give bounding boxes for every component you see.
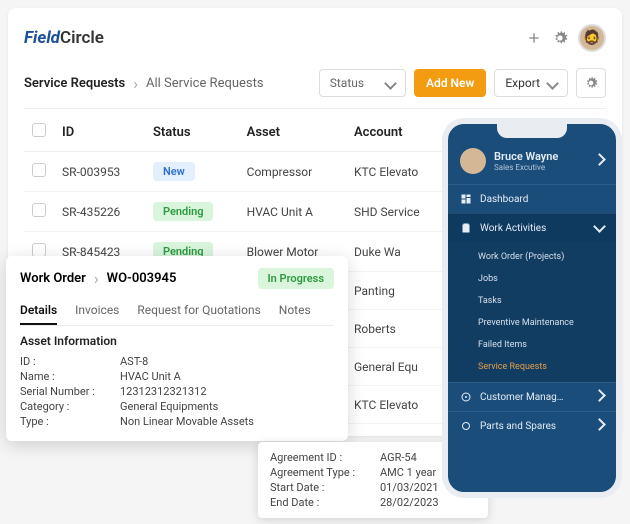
export-button[interactable]: Export: [494, 69, 568, 97]
topbar-actions: 🧔: [526, 24, 606, 52]
wo-tabs: Details Invoices Request for Quotations Not…: [20, 297, 334, 326]
menu-parts[interactable]: Parts and Spares: [448, 411, 616, 440]
tab-details[interactable]: Details: [20, 297, 57, 325]
logo: FieldCircle: [24, 28, 104, 48]
status-badge: New: [153, 162, 195, 181]
submenu-item[interactable]: Failed Items: [478, 334, 616, 356]
target-icon: [460, 391, 472, 403]
col-status: Status: [145, 113, 239, 152]
breadcrumb-row: Service Requests › All Service Requests …: [24, 62, 606, 109]
topbar: FieldCircle 🧔: [24, 20, 606, 62]
menu-customer[interactable]: Customer Manag…: [448, 382, 616, 411]
field-key: Agreement ID :: [270, 451, 380, 464]
field-key: Start Date :: [270, 481, 380, 494]
phone-notch: [497, 124, 567, 138]
submenu-item[interactable]: Preventive Maintenance: [478, 312, 616, 334]
clipboard-icon: [460, 222, 472, 234]
field-value: AMC 1 year: [380, 466, 436, 479]
gear-icon[interactable]: [552, 30, 568, 46]
avatar[interactable]: 🧔: [578, 24, 606, 52]
field-value: 28/02/2023: [380, 496, 439, 509]
cell-id: SR-003953: [54, 152, 145, 192]
field-key: Name :: [20, 370, 120, 383]
field-key: Serial Number :: [20, 385, 120, 398]
mobile-preview: Bruce WayneSales Excutive Dashboard Work…: [442, 118, 622, 498]
status-badge: Pending: [153, 202, 214, 221]
field-value: AST-8: [120, 355, 148, 368]
col-id: ID: [54, 113, 145, 152]
row-checkbox[interactable]: [32, 163, 46, 177]
cell-account: Duke Wa: [346, 232, 446, 272]
wo-status-badge: In Progress: [258, 268, 334, 289]
table-settings-button[interactable]: [576, 68, 606, 98]
breadcrumb-sub: All Service Requests: [146, 76, 264, 91]
user-name: Bruce Wayne: [494, 150, 558, 163]
field-key: Agreement Type :: [270, 466, 380, 479]
field-value: 01/03/2021: [380, 481, 439, 494]
col-account: Account: [346, 113, 446, 152]
field-key: Type :: [20, 415, 120, 428]
status-filter[interactable]: Status: [319, 69, 406, 97]
field-value: General Equipments: [120, 400, 218, 413]
field-key: ID :: [20, 355, 120, 368]
field-value: Non Linear Movable Assets: [120, 415, 254, 428]
cell-asset: Compressor: [239, 152, 346, 192]
cell-account: KTC Elevato: [346, 152, 446, 192]
cell-account: Roberts: [346, 310, 446, 348]
tab-invoices[interactable]: Invoices: [75, 297, 119, 325]
avatar: [460, 148, 486, 174]
submenu-item[interactable]: Service Requests: [478, 356, 616, 378]
cell-account: Panting: [346, 272, 446, 310]
menu-work-activities[interactable]: Work Activities: [448, 213, 616, 242]
cell-asset: HVAC Unit A: [239, 192, 346, 232]
breadcrumb-sep: ›: [133, 74, 138, 93]
menu-dashboard[interactable]: Dashboard: [448, 184, 616, 213]
wo-title: Work Order: [20, 271, 86, 286]
field-value: HVAC Unit A: [120, 370, 181, 383]
col-asset: Asset: [239, 113, 346, 152]
select-all-checkbox[interactable]: [32, 123, 46, 137]
submenu-item[interactable]: Work Order (Projects): [478, 246, 616, 268]
breadcrumb-title: Service Requests: [24, 76, 125, 91]
row-checkbox[interactable]: [32, 203, 46, 217]
dashboard-icon: [460, 193, 472, 205]
wo-id: WO-003945: [107, 271, 177, 286]
tab-request-for-quotations[interactable]: Request for Quotations: [137, 297, 260, 325]
asset-info-title: Asset Information: [20, 334, 334, 348]
plus-icon[interactable]: [526, 30, 542, 46]
field-value: 12312312321312: [120, 385, 207, 398]
submenu-item[interactable]: Jobs: [478, 268, 616, 290]
cell-account: SHD Service: [346, 192, 446, 232]
work-order-card: Work Order › WO-003945 In Progress Detai…: [6, 256, 348, 441]
cell-account: KTC Elevato: [346, 386, 446, 424]
submenu-item[interactable]: Tasks: [478, 290, 616, 312]
cell-account: General Equ: [346, 348, 446, 386]
work-activities-submenu: Work Order (Projects)JobsTasksPreventive…: [448, 242, 616, 382]
cell-id: SR-435226: [54, 192, 145, 232]
field-key: Category :: [20, 400, 120, 413]
tab-notes[interactable]: Notes: [279, 297, 311, 325]
user-role: Sales Excutive: [494, 163, 558, 172]
field-value: AGR-54: [380, 451, 417, 464]
phone-user[interactable]: Bruce WayneSales Excutive: [448, 138, 616, 184]
parts-icon: [460, 420, 472, 432]
row-checkbox[interactable]: [32, 243, 46, 257]
add-new-button[interactable]: Add New: [414, 69, 486, 97]
field-key: End Date :: [270, 496, 380, 509]
